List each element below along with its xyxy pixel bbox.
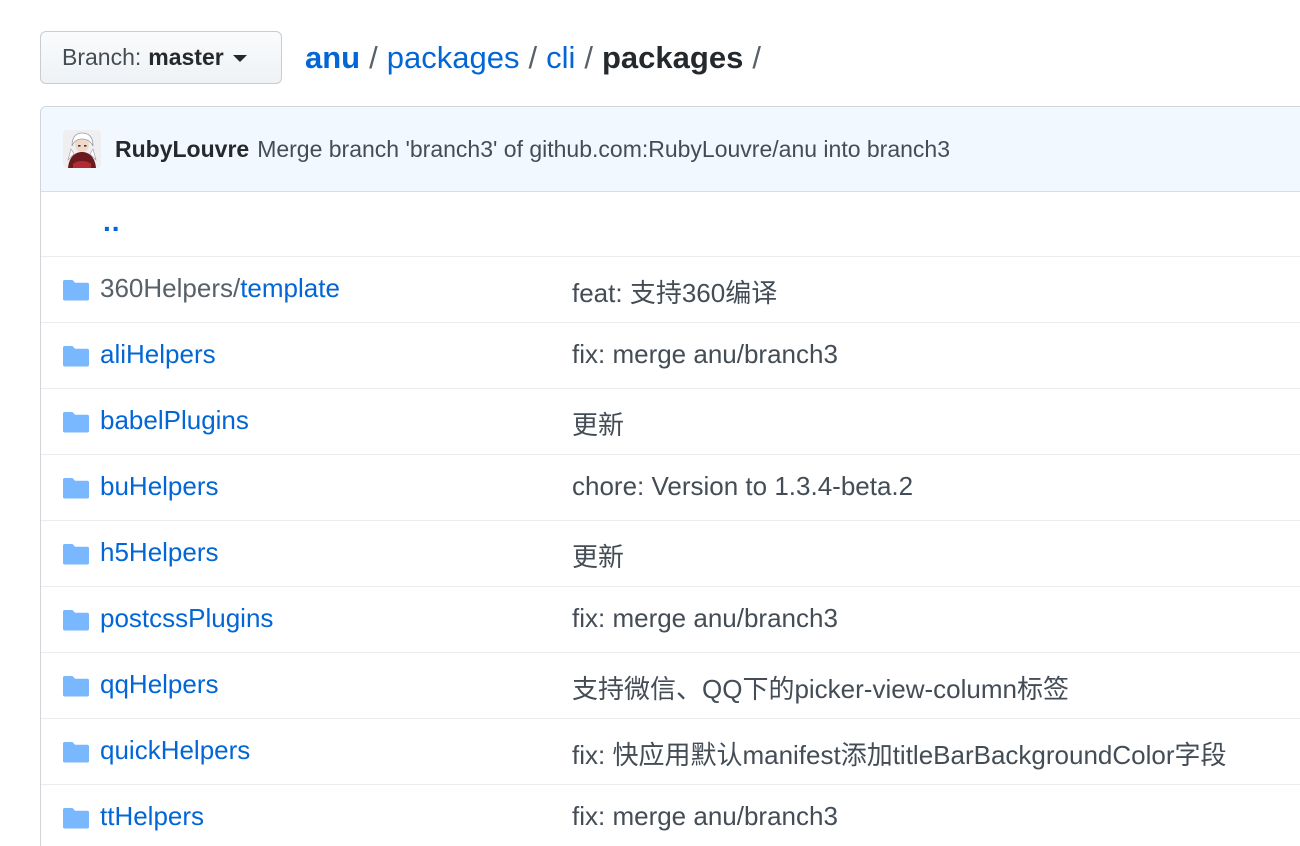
file-name: quickHelpers (100, 735, 251, 765)
file-link[interactable]: qqHelpers (100, 669, 219, 700)
file-directory-icon (63, 280, 89, 301)
file-directory-icon (63, 610, 89, 631)
breadcrumb-current: packages (602, 40, 744, 75)
file-name: qqHelpers (100, 669, 219, 699)
branch-name: master (148, 44, 224, 70)
file-link[interactable]: quickHelpers (100, 735, 250, 766)
parent-directory-link[interactable]: .. (103, 206, 121, 238)
commit-author-link[interactable]: RubyLouvre (115, 136, 249, 163)
commit-message-link[interactable]: feat: 支持360编译 (572, 273, 777, 310)
file-name: buHelpers (100, 471, 219, 501)
breadcrumb-separator: / (369, 40, 378, 75)
file-link[interactable]: aliHelpers (100, 339, 216, 370)
table-row: qqHelpers 支持微信、QQ下的picker-view-column标签 (41, 652, 1300, 718)
table-row: ttHelpers fix: merge anu/branch3 (41, 784, 1300, 846)
file-name: template (240, 273, 340, 303)
file-name: ttHelpers (100, 801, 205, 831)
commit-message-link[interactable]: fix: merge anu/branch3 (572, 603, 838, 634)
avatar-image (63, 130, 101, 168)
breadcrumb-separator: / (528, 40, 538, 75)
file-table: RubyLouvre Merge branch 'branch3' of git… (40, 106, 1300, 846)
breadcrumb-link-cli[interactable]: cli (546, 40, 575, 76)
table-row: babelPlugins 更新 (41, 388, 1300, 454)
repo-file-browser: Branch: master anu / packages / cli / pa… (0, 0, 1300, 846)
commit-message-link[interactable]: chore: Version to 1.3.4-beta.2 (572, 471, 913, 502)
breadcrumb: anu / packages / cli / packages / (305, 36, 770, 80)
breadcrumb-separator: / (584, 40, 593, 75)
commit-message-link[interactable]: 更新 (572, 405, 624, 442)
file-link[interactable]: h5Helpers (100, 537, 219, 568)
parent-directory-row: .. (41, 192, 1300, 256)
file-link[interactable]: ttHelpers (100, 801, 204, 832)
file-directory-icon (63, 808, 89, 829)
file-directory-icon (63, 676, 89, 697)
file-directory-icon (63, 544, 89, 565)
commit-message-link[interactable]: Merge branch 'branch3' of github.com:Rub… (257, 136, 950, 163)
branch-select-button[interactable]: Branch: master (40, 31, 282, 84)
file-link[interactable]: 360Helpers/template (100, 273, 340, 304)
commit-message-link[interactable]: fix: merge anu/branch3 (572, 801, 838, 832)
file-name: aliHelpers (100, 339, 216, 369)
breadcrumb-link-packages[interactable]: packages (387, 40, 520, 76)
commit-message-link[interactable]: fix: merge anu/branch3 (572, 339, 838, 370)
file-path-prefix: 360Helpers/ (100, 273, 241, 303)
file-link[interactable]: babelPlugins (100, 405, 249, 436)
table-row: h5Helpers 更新 (41, 520, 1300, 586)
table-row: postcssPlugins fix: merge anu/branch3 (41, 586, 1300, 652)
file-directory-icon (63, 412, 89, 433)
commit-message-link[interactable]: fix: 快应用默认manifest添加titleBarBackgroundCo… (572, 735, 1227, 772)
branch-select-label: Branch: (62, 44, 142, 70)
avatar[interactable] (63, 130, 101, 168)
file-directory-icon (63, 478, 89, 499)
caret-down-icon (232, 55, 247, 62)
table-row: buHelpers chore: Version to 1.3.4-beta.2 (41, 454, 1300, 520)
table-row: 360Helpers/template feat: 支持360编译 (41, 256, 1300, 322)
file-name: h5Helpers (100, 537, 219, 567)
table-row: aliHelpers fix: merge anu/branch3 (41, 322, 1300, 388)
commit-message-link[interactable]: 支持微信、QQ下的picker-view-column标签 (572, 669, 1069, 706)
file-name: postcssPlugins (100, 603, 274, 633)
file-link[interactable]: buHelpers (100, 471, 219, 502)
file-directory-icon (63, 742, 89, 763)
file-directory-icon (63, 346, 89, 367)
breadcrumb-separator: / (752, 40, 761, 75)
latest-commit-bar: RubyLouvre Merge branch 'branch3' of git… (41, 107, 1300, 192)
breadcrumb-root-link[interactable]: anu (305, 40, 360, 76)
file-name: babelPlugins (100, 405, 249, 435)
commit-message-link[interactable]: 更新 (572, 537, 624, 574)
table-row: quickHelpers fix: 快应用默认manifest添加titleBa… (41, 718, 1300, 784)
file-link[interactable]: postcssPlugins (100, 603, 273, 634)
